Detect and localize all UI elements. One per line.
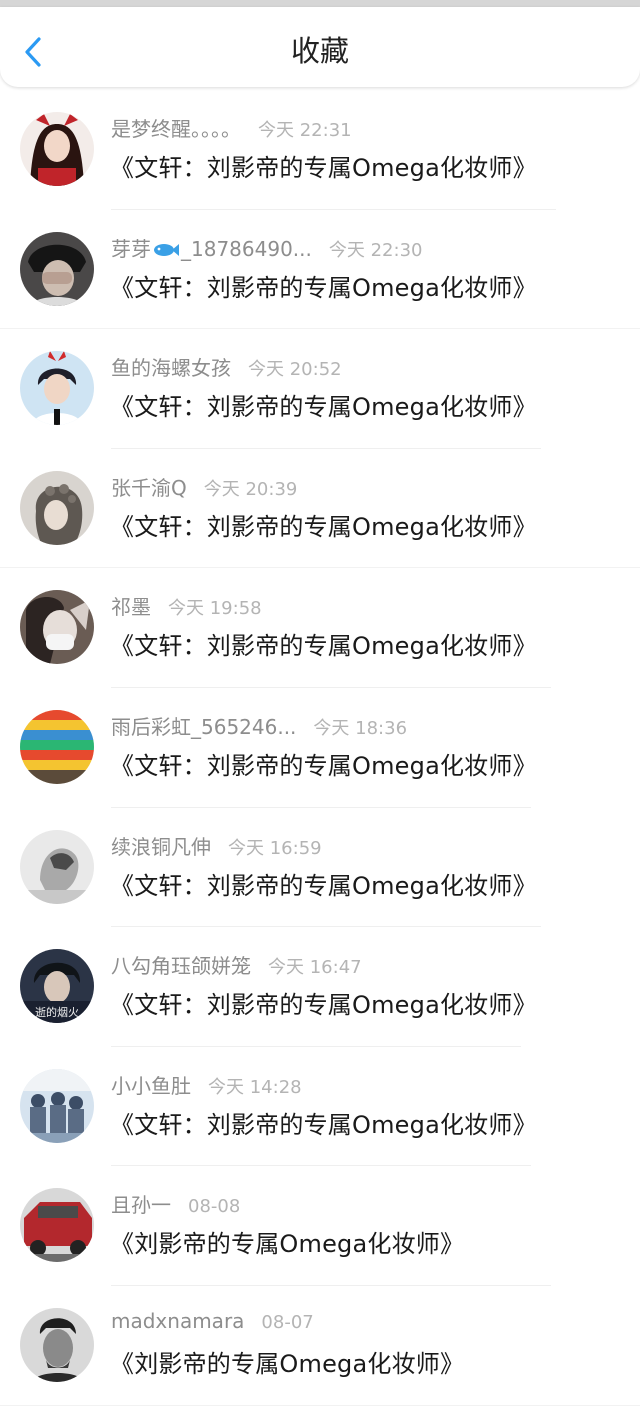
timestamp: 今天 19:58 <box>168 598 262 620</box>
list-item[interactable]: 芽芽 _18786490... 今天 22:30 《文轩：刘影帝的专属Omega化… <box>0 210 640 330</box>
avatar[interactable] <box>20 351 94 426</box>
avatar[interactable] <box>20 470 94 545</box>
work-title[interactable]: 《文轩：刘影帝的专属Omega化妆师》 <box>110 866 537 901</box>
user-name[interactable]: 芽芽 _18786490... <box>111 233 312 262</box>
favorites-list: 是梦终醒。。。。 今天 22:31 《文轩：刘影帝的专属Omega化妆师》 芽芽… <box>0 90 640 1406</box>
work-title[interactable]: 《刘影帝的专属Omega化妆师》 <box>110 1344 464 1379</box>
item-meta: 八勾角珏颌姘笼 今天 16:47 <box>111 950 362 978</box>
avatar[interactable] <box>20 1188 94 1263</box>
work-title[interactable]: 《文轩：刘影帝的专属Omega化妆师》 <box>110 148 537 183</box>
timestamp: 今天 16:47 <box>268 957 362 979</box>
divider <box>0 1404 640 1406</box>
avatar[interactable]: 逝的烟火 <box>20 949 94 1024</box>
item-meta: 是梦终醒。。。。 今天 22:31 <box>111 113 352 141</box>
timestamp: 今天 22:31 <box>258 120 352 141</box>
page-title: 收藏 <box>290 34 349 68</box>
user-name[interactable]: 且孙一 <box>111 1189 171 1218</box>
status-strip <box>0 0 640 7</box>
fish-emoji-icon <box>154 244 179 257</box>
user-name[interactable]: 续浪铜凡伸 <box>111 831 211 860</box>
user-name[interactable]: 鱼的海螺女孩 <box>111 352 231 381</box>
list-item[interactable]: 小小鱼肚 今天 14:28 《文轩：刘影帝的专属Omega化妆师》 <box>0 1047 640 1167</box>
list-item[interactable]: 张千渝Q 今天 20:39 《文轩：刘影帝的专属Omega化妆师》 <box>0 449 640 569</box>
avatar[interactable] <box>20 709 94 784</box>
work-title[interactable]: 《文轩：刘影帝的专属Omega化妆师》 <box>110 626 537 661</box>
avatar-overlay-text: 逝的烟火 <box>35 1005 79 1019</box>
list-item[interactable]: 续浪铜凡伸 今天 16:59 《文轩：刘影帝的专属Omega化妆师》 <box>0 808 640 928</box>
list-item[interactable]: 鱼的海螺女孩 今天 20:52 《文轩：刘影帝的专属Omega化妆师》 <box>0 329 640 449</box>
avatar[interactable] <box>20 590 94 665</box>
list-item[interactable]: 祁墨 今天 19:58 《文轩：刘影帝的专属Omega化妆师》 <box>0 568 640 688</box>
user-name[interactable]: 祁墨 <box>111 591 151 620</box>
list-item[interactable]: 雨后彩虹_565246... 今天 18:36 《文轩：刘影帝的专属Omega化… <box>0 688 640 808</box>
timestamp: 08-07 <box>261 1311 314 1333</box>
work-title[interactable]: 《文轩：刘影帝的专属Omega化妆师》 <box>110 507 537 542</box>
work-title[interactable]: 《文轩：刘影帝的专属Omega化妆师》 <box>110 387 537 422</box>
header-bar: 收藏 <box>0 7 640 87</box>
item-meta: 雨后彩虹_565246... 今天 18:36 <box>111 711 407 739</box>
user-name[interactable]: 八勾角珏颌姘笼 <box>111 950 251 979</box>
work-title[interactable]: 《文轩：刘影帝的专属Omega化妆师》 <box>110 268 537 303</box>
user-name[interactable]: 雨后彩虹_565246... <box>111 711 296 740</box>
timestamp: 今天 16:59 <box>228 837 322 859</box>
item-meta: 鱼的海螺女孩 今天 20:52 <box>111 352 342 380</box>
item-meta: 小小鱼肚 今天 14:28 <box>111 1070 302 1098</box>
user-name[interactable]: 张千渝Q <box>111 472 187 501</box>
work-title[interactable]: 《刘影帝的专属Omega化妆师》 <box>110 1224 464 1259</box>
item-meta: 祁墨 今天 19:58 <box>111 591 262 619</box>
timestamp: 08-08 <box>188 1196 241 1218</box>
item-meta: 芽芽 _18786490... 今天 22:30 <box>111 233 422 261</box>
timestamp: 今天 18:36 <box>313 717 408 739</box>
timestamp: 今天 14:28 <box>208 1076 302 1098</box>
item-meta: madxnamara 08-07 <box>111 1309 314 1337</box>
list-item[interactable]: 是梦终醒。。。。 今天 22:31 《文轩：刘影帝的专属Omega化妆师》 <box>0 90 640 210</box>
item-meta: 续浪铜凡伸 今天 16:59 <box>111 831 322 859</box>
user-name[interactable]: 小小鱼肚 <box>111 1070 191 1099</box>
user-name[interactable]: 是梦终醒。。。。 <box>111 113 241 142</box>
work-title[interactable]: 《文轩：刘影帝的专属Omega化妆师》 <box>110 985 537 1020</box>
avatar[interactable] <box>20 112 94 186</box>
timestamp: 今天 20:39 <box>203 478 298 500</box>
avatar[interactable] <box>20 231 94 306</box>
avatar[interactable] <box>20 1068 94 1143</box>
work-title[interactable]: 《文轩：刘影帝的专属Omega化妆师》 <box>110 1105 537 1140</box>
work-title[interactable]: 《文轩：刘影帝的专属Omega化妆师》 <box>110 746 537 781</box>
avatar[interactable] <box>20 1307 94 1382</box>
item-meta: 且孙一 08-08 <box>111 1189 240 1217</box>
avatar[interactable] <box>20 829 94 904</box>
user-name[interactable]: madxnamara <box>111 1309 244 1333</box>
timestamp: 今天 22:30 <box>328 239 423 261</box>
list-item[interactable]: madxnamara 08-07 《刘影帝的专属Omega化妆师》 <box>0 1286 640 1406</box>
item-meta: 张千渝Q 今天 20:39 <box>111 472 297 500</box>
list-item[interactable]: 逝的烟火 八勾角珏颌姘笼 今天 16:47 《文轩：刘影帝的专属Omega化妆师… <box>0 927 640 1047</box>
timestamp: 今天 20:52 <box>248 359 342 381</box>
list-item[interactable]: 且孙一 08-08 《刘影帝的专属Omega化妆师》 <box>0 1166 640 1286</box>
